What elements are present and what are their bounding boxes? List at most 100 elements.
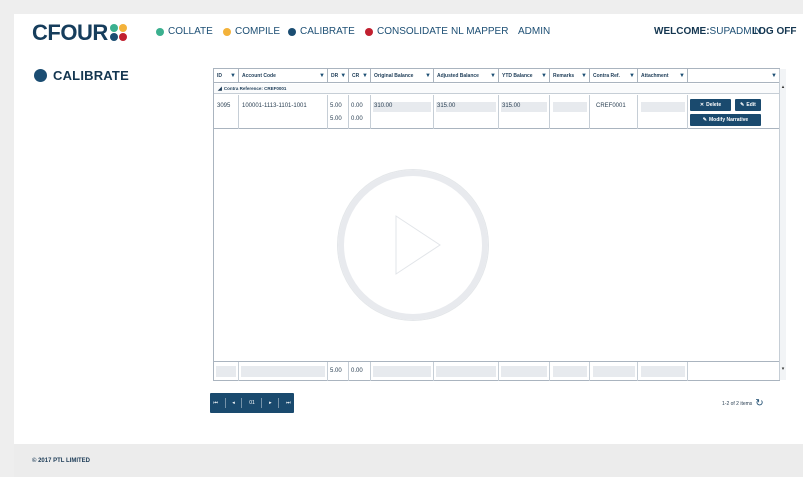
col-contra-ref-label: Contra Ref. (593, 73, 620, 79)
total-cell-remarks (550, 362, 590, 381)
total-box (241, 366, 325, 377)
nav-consolidate[interactable]: CONSOLIDATE (365, 26, 448, 37)
items-count: 1-2 of 2 items ↻ (722, 398, 764, 409)
total-box (593, 366, 635, 377)
top-header: CFOUR COLLATE COMPILE CALIBRATE CONSOLID… (14, 14, 803, 48)
col-header-contra-ref[interactable]: Contra Ref. ▼ (590, 69, 638, 83)
total-box (373, 366, 431, 377)
calibrate-grid: ID ▼ Account Code ▼ DR ▼ CR ▼ Original Balan… (213, 68, 786, 381)
total-cell-original (371, 362, 434, 381)
filter-arrow-icon[interactable]: ▼ (629, 73, 637, 79)
filter-arrow-icon[interactable]: ▼ (340, 73, 348, 79)
nav-admin-label: ADMIN (518, 26, 551, 37)
filter-arrow-icon[interactable]: ▼ (319, 73, 327, 79)
nav-calibrate[interactable]: CALIBRATE (288, 26, 355, 37)
group-label: Contra Reference: CREF0001 (223, 86, 287, 91)
nav-collate[interactable]: COLLATE (156, 26, 213, 37)
first-page-icon[interactable]: ⏮ (213, 400, 218, 406)
col-dr-label: DR (331, 73, 339, 79)
vertical-scrollbar[interactable]: ▴ ▾ (779, 69, 786, 380)
filter-arrow-icon[interactable]: ▼ (679, 73, 687, 79)
total-box (216, 366, 236, 377)
logo-dots-icon (110, 24, 128, 42)
delete-label: Delete (706, 102, 722, 108)
page-footer: © 2017 PTL LIMITED (14, 444, 803, 477)
prev-page-icon[interactable]: ◂ (232, 400, 235, 406)
page-title: CALIBRATE (34, 68, 129, 83)
edit-label: Edit (746, 102, 756, 108)
group-header-row[interactable]: ◢ Contra Reference: CREF0001 (214, 84, 779, 94)
nav-consolidate-label: CONSOLIDATE (377, 26, 448, 37)
cell-cr: 0.00 0.00 (349, 95, 371, 129)
pager-divider (241, 398, 243, 408)
col-header-adjusted-balance[interactable]: Adjusted Balance ▼ (434, 69, 499, 83)
col-cr-label: CR (352, 73, 360, 79)
col-header-attachment[interactable]: Attachment ▼ (638, 69, 688, 83)
col-header-actions[interactable]: ▼ (688, 69, 779, 83)
filter-arrow-icon[interactable]: ▼ (581, 73, 589, 79)
col-header-ytd-balance[interactable]: YTD Balance ▼ (499, 69, 550, 83)
col-header-id[interactable]: ID ▼ (214, 69, 239, 83)
pager-divider (261, 398, 263, 408)
cell-remarks (550, 95, 590, 129)
total-cell-contra (590, 362, 638, 381)
col-header-dr[interactable]: DR ▼ (328, 69, 349, 83)
filter-arrow-icon[interactable]: ▼ (362, 73, 370, 79)
nav-nl-mapper[interactable]: NL MAPPER (451, 26, 508, 37)
total-box (641, 366, 685, 377)
dr-value: 5.00 (330, 116, 342, 122)
nav-nl-mapper-label: NL MAPPER (451, 26, 509, 37)
nav-admin[interactable]: ADMIN (518, 26, 550, 37)
video-play-button[interactable] (338, 170, 488, 320)
col-header-account-code[interactable]: Account Code ▼ (239, 69, 328, 83)
filter-arrow-icon[interactable]: ▼ (541, 73, 549, 79)
total-dr: 5.00 (328, 362, 349, 381)
cell-original-balance: 310.00 (371, 95, 434, 129)
scroll-down-icon[interactable]: ▾ (780, 365, 786, 373)
attachment-box (641, 102, 685, 112)
col-account-code-label: Account Code (242, 73, 276, 79)
filter-arrow-icon[interactable]: ▼ (230, 73, 238, 79)
col-header-remarks[interactable]: Remarks ▼ (550, 69, 590, 83)
col-header-original-balance[interactable]: Original Balance ▼ (371, 69, 434, 83)
col-ytd-balance-label: YTD Balance (502, 73, 533, 79)
cr-value: 0.00 (351, 116, 363, 122)
cfour-logo[interactable]: CFOUR (32, 20, 108, 46)
edit-button[interactable]: ✎ Edit (735, 99, 761, 111)
filter-arrow-icon[interactable]: ▼ (490, 73, 498, 79)
delete-button[interactable]: ✕ Delete (690, 99, 731, 111)
modify-narrative-button[interactable]: ✎ Modify Narrative (690, 114, 761, 126)
cell-attachment (638, 95, 688, 129)
collapse-triangle-icon[interactable]: ◢ (218, 86, 222, 92)
cell-dr: 5.00 5.00 (328, 95, 349, 129)
nav-compile[interactable]: COMPILE (223, 26, 280, 37)
refresh-icon[interactable]: ↻ (755, 398, 763, 409)
column-menu-arrow-icon[interactable]: ▼ (771, 73, 779, 79)
grid-pager: ⏮ ◂ 01 ▸ ⏭ (210, 393, 294, 413)
col-header-cr[interactable]: CR ▼ (349, 69, 371, 83)
scroll-up-icon[interactable]: ▴ (780, 83, 786, 91)
total-cell-actions (688, 362, 779, 381)
cell-adjusted-balance: 315.00 (434, 95, 499, 129)
col-attachment-label: Attachment (641, 73, 669, 79)
total-cr: 0.00 (349, 362, 371, 381)
table-row[interactable]: 3095 100001-1113-1101-1001 5.00 5.00 0.0… (214, 95, 779, 129)
col-adjusted-balance-label: Adjusted Balance (437, 73, 479, 79)
close-icon: ✕ (699, 102, 705, 108)
col-remarks-label: Remarks (553, 73, 575, 79)
next-page-icon[interactable]: ▸ (269, 400, 272, 406)
modify-narrative-label: Modify Narrative (709, 117, 749, 123)
total-cell-adjusted (434, 362, 499, 381)
copyright-text: © 2017 PTL LIMITED (32, 458, 90, 464)
welcome-text: WELCOME:SUPADMIN (654, 26, 762, 37)
total-box (553, 366, 587, 377)
filter-arrow-icon[interactable]: ▼ (425, 73, 433, 79)
original-balance-value: 310.00 (374, 103, 393, 109)
dr-value: 5.00 (330, 103, 342, 109)
logoff-link[interactable]: LOG OFF (752, 26, 796, 37)
total-box (501, 366, 547, 377)
cell-actions: ✕ Delete ✎ Edit ✎ Modify Narrative (688, 95, 779, 129)
current-page[interactable]: 01 (249, 400, 255, 406)
calibrate-title-dot-icon (34, 69, 47, 82)
last-page-icon[interactable]: ⏭ (286, 400, 291, 406)
